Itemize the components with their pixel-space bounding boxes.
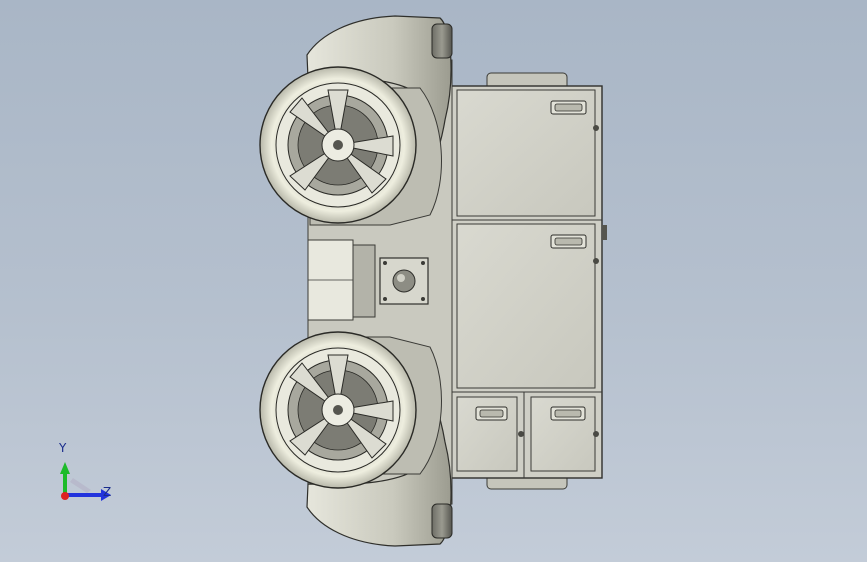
- side-latch: [602, 225, 607, 240]
- bottom-exhaust: [431, 503, 453, 539]
- graphics-viewport[interactable]: Y Z: [0, 0, 867, 562]
- handle-top: [550, 100, 587, 115]
- lock-knob: [593, 258, 599, 264]
- bottom-wheel: [259, 331, 417, 489]
- handle-middle: [550, 234, 587, 249]
- handle-bottom-right: [550, 406, 586, 421]
- coordinate-triad[interactable]: Y Z: [45, 440, 125, 510]
- top-exhaust: [431, 23, 453, 59]
- lock-knob: [593, 125, 599, 131]
- handle-bottom-left: [475, 406, 508, 421]
- triad-icon: [60, 462, 111, 501]
- top-wheel: [259, 66, 417, 224]
- lock-knob: [518, 431, 524, 437]
- center-knob: [392, 269, 416, 293]
- y-axis-label: Y: [59, 441, 67, 455]
- z-axis-label: Z: [103, 485, 112, 499]
- lock-knob: [593, 431, 599, 437]
- cabinet-door-middle: [456, 223, 596, 389]
- vehicle-model[interactable]: [0, 0, 867, 562]
